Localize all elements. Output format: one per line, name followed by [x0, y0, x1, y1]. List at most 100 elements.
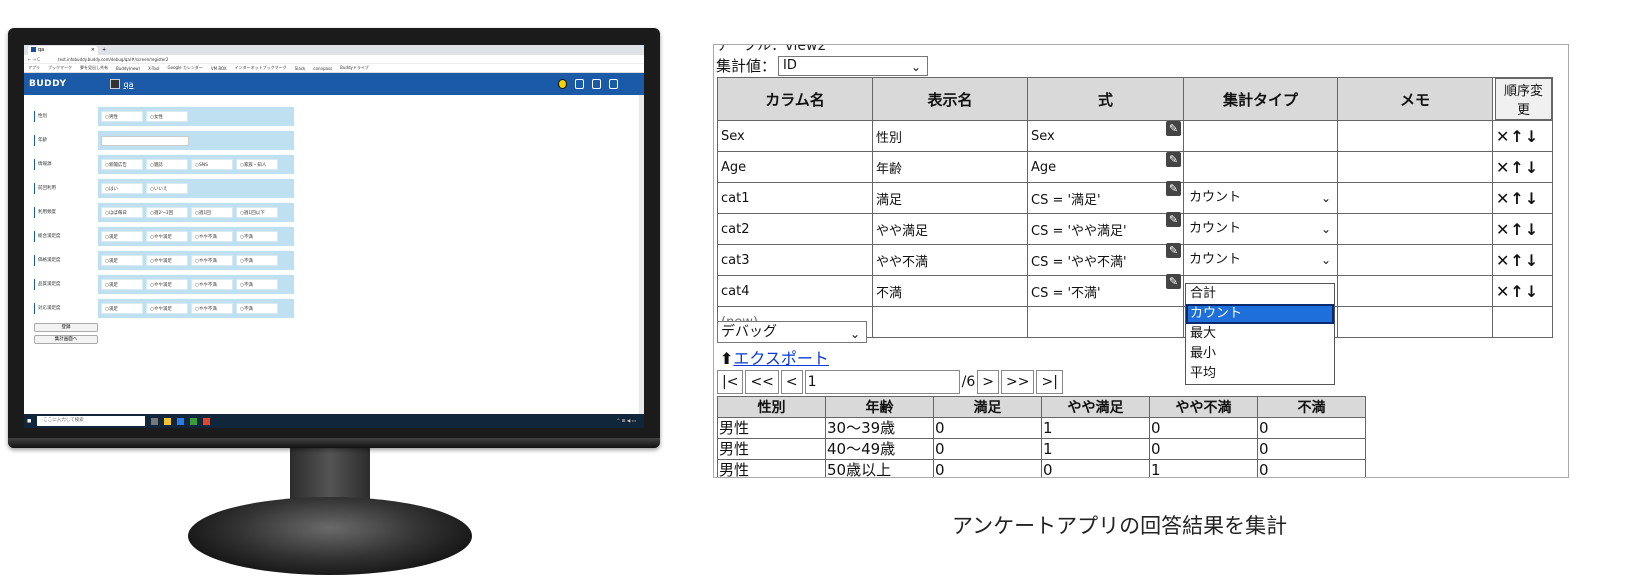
list-icon[interactable]	[575, 79, 584, 89]
pager-first-button[interactable]: |<	[717, 370, 744, 394]
aggregate-type-cell[interactable]	[1183, 151, 1338, 183]
memo-cell[interactable]	[1337, 275, 1493, 307]
empty-cell[interactable]	[1027, 306, 1184, 338]
move-up-icon[interactable]: ↑	[1510, 251, 1524, 270]
info-icon[interactable]	[558, 79, 567, 89]
dropdown-option-selected[interactable]: カウント	[1186, 304, 1334, 324]
dropdown-option[interactable]: 合計	[1186, 284, 1334, 304]
radio-option[interactable]: ○やや満足	[146, 231, 188, 242]
memo-cell[interactable]	[1337, 120, 1493, 152]
move-up-icon[interactable]: ↑	[1510, 158, 1524, 177]
move-up-icon[interactable]: ↑	[1510, 220, 1524, 239]
display-name-cell[interactable]: 不満	[872, 275, 1028, 307]
radio-option[interactable]: ○満足	[101, 303, 143, 314]
move-down-icon[interactable]: ↓	[1525, 251, 1539, 270]
move-up-icon[interactable]: ↑	[1510, 282, 1524, 301]
aggregate-type-select[interactable]: カウント⌄	[1187, 248, 1337, 272]
radio-option[interactable]: ○やや不満	[191, 231, 233, 242]
pager-next-button[interactable]: >	[977, 370, 1000, 394]
edit-icon[interactable]: ✎	[1166, 242, 1181, 258]
bookmark-item[interactable]: Slack	[295, 66, 306, 71]
windows-start-icon[interactable]: ■	[27, 419, 31, 424]
delete-icon[interactable]: ✕	[1496, 220, 1510, 239]
memo-cell[interactable]	[1337, 151, 1493, 183]
dropdown-option[interactable]: 最大	[1186, 324, 1334, 344]
edit-icon[interactable]: ✎	[1166, 273, 1181, 289]
move-up-icon[interactable]: ↑	[1510, 127, 1524, 146]
move-down-icon[interactable]: ↓	[1525, 158, 1539, 177]
expression-cell[interactable]: CS = '不満' ✎	[1027, 273, 1184, 307]
close-icon[interactable]: ×	[91, 46, 95, 55]
delete-icon[interactable]: ✕	[1496, 189, 1510, 208]
radio-option[interactable]: ○SNS	[191, 159, 233, 170]
memo-cell[interactable]	[1337, 182, 1493, 214]
bookmark-item[interactable]: connpass	[313, 66, 332, 71]
bookmark-item[interactable]: ブックマーク	[48, 65, 72, 71]
aggregate-value-select[interactable]: ID ⌄	[778, 55, 929, 76]
radio-option[interactable]: ○やや満足	[146, 303, 188, 314]
display-name-cell[interactable]: やや不満	[872, 244, 1028, 276]
delete-icon[interactable]: ✕	[1496, 251, 1510, 270]
move-down-icon[interactable]: ↓	[1525, 282, 1539, 301]
move-down-icon[interactable]: ↓	[1525, 220, 1539, 239]
radio-option[interactable]: ○家族・知人	[236, 159, 278, 170]
delete-icon[interactable]: ✕	[1496, 282, 1510, 301]
column-name-cell[interactable]: cat4	[717, 275, 873, 307]
chrome-icon[interactable]	[190, 417, 198, 425]
bookmark-item[interactable]: VM BOX	[211, 66, 227, 71]
radio-option[interactable]: ○不満	[236, 255, 278, 266]
delete-icon[interactable]: ✕	[1496, 158, 1510, 177]
column-name-cell[interactable]: cat3	[717, 244, 873, 276]
pager-prev-many-button[interactable]: <<	[745, 370, 779, 394]
display-name-cell[interactable]: 満足	[872, 182, 1028, 214]
radio-option[interactable]: ○満足	[101, 255, 143, 266]
pager-next-many-button[interactable]: >>	[1001, 370, 1035, 394]
radio-option[interactable]: ○不満	[236, 303, 278, 314]
radio-option[interactable]: ○男性	[101, 111, 143, 122]
age-input[interactable]	[101, 135, 189, 146]
edit-icon[interactable]: ✎	[1166, 211, 1181, 227]
app-name-link[interactable]: qa	[123, 80, 133, 89]
address-bar[interactable]: ← → C test.infobuddy.buddy.com/debug/qa/…	[24, 55, 644, 64]
radio-option[interactable]: ○新聞広告	[101, 159, 143, 170]
browser-tab[interactable]: qa ×	[28, 46, 98, 55]
debug-select[interactable]: デバッグ ⌄	[717, 321, 867, 343]
expression-cell[interactable]: Age ✎	[1027, 151, 1184, 183]
app-icon[interactable]	[203, 417, 211, 425]
radio-option[interactable]: ○不満	[236, 231, 278, 242]
column-name-cell[interactable]: Age	[717, 151, 873, 183]
go-to-summary-button[interactable]: 集計画面へ	[34, 335, 98, 344]
radio-option[interactable]: ○女性	[146, 111, 188, 122]
display-name-cell[interactable]: 性別	[872, 120, 1028, 152]
move-down-icon[interactable]: ↓	[1525, 189, 1539, 208]
empty-cell[interactable]	[1337, 306, 1493, 338]
book-icon[interactable]	[592, 79, 601, 89]
radio-option[interactable]: ○やや不満	[191, 303, 233, 314]
display-name-cell[interactable]: やや満足	[872, 213, 1028, 245]
aggregate-type-select[interactable]: カウント⌄	[1187, 217, 1337, 241]
export-link[interactable]: エクスポート	[733, 349, 829, 368]
radio-option[interactable]: ○やや不満	[191, 255, 233, 266]
radio-option[interactable]: ○いいえ	[146, 183, 188, 194]
pager-prev-button[interactable]: <	[780, 370, 803, 394]
dropdown-option[interactable]: 平均	[1186, 364, 1334, 384]
bookmark-item[interactable]: Buddyドライブ	[340, 65, 369, 71]
radio-option[interactable]: ○雑誌	[146, 159, 188, 170]
delete-icon[interactable]: ✕	[1496, 127, 1510, 146]
empty-cell[interactable]	[872, 306, 1028, 338]
pager-last-button[interactable]: >|	[1036, 370, 1063, 394]
logout-icon[interactable]	[609, 79, 618, 89]
bookmark-item[interactable]: X-Tool	[148, 66, 159, 71]
bookmark-item[interactable]: Buddy(new)	[116, 66, 140, 71]
radio-option[interactable]: ○やや不満	[191, 279, 233, 290]
scrollbar[interactable]	[639, 95, 644, 415]
task-view-icon[interactable]	[151, 417, 159, 425]
column-name-cell[interactable]: Sex	[717, 120, 873, 152]
bookmark-item[interactable]: 夢を見出し共有	[80, 65, 108, 71]
radio-option[interactable]: ○やや満足	[146, 279, 188, 290]
display-name-cell[interactable]: 年齢	[872, 151, 1028, 183]
radio-option[interactable]: ○はい	[101, 183, 143, 194]
column-name-cell[interactable]: cat2	[717, 213, 873, 245]
radio-option[interactable]: ○週1回以下	[236, 207, 278, 218]
explorer-icon[interactable]	[164, 417, 172, 425]
